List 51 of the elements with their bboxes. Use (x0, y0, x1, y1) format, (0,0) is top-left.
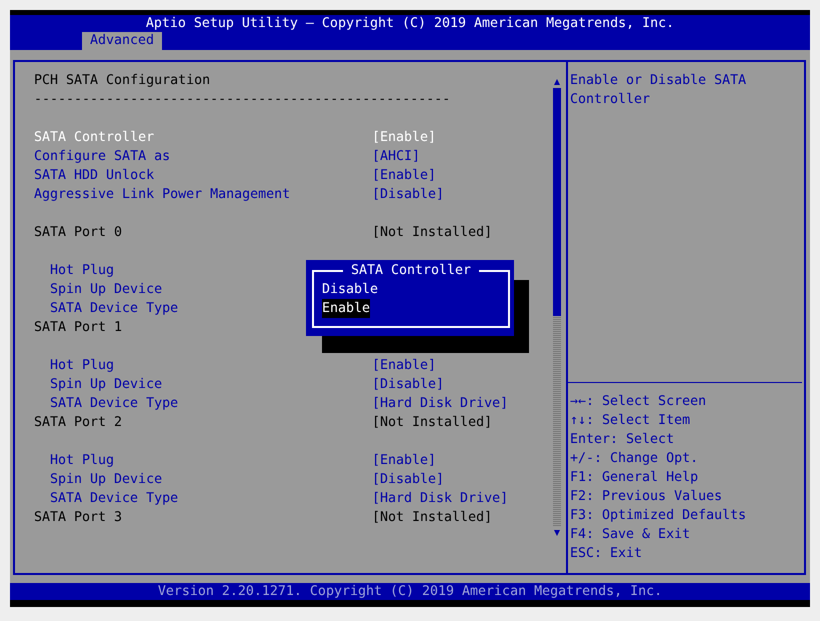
key-hint: ↑↓: Select Item (570, 413, 690, 428)
info-label: SATA Port 1 (34, 320, 122, 335)
separator-line: ---------------------------------------------------- (34, 91, 450, 109)
info-value: [Not Installed] (372, 509, 492, 527)
scroll-up-icon[interactable] (553, 78, 561, 86)
setting-label[interactable]: Configure SATA as (34, 149, 170, 164)
setting-label[interactable]: Aggressive Link Power Management (34, 187, 290, 202)
key-hint: F1: General Help (570, 470, 698, 485)
setting-label[interactable]: Spin Up Device (50, 472, 162, 487)
setting-label[interactable]: SATA Device Type (50, 301, 178, 316)
key-hint: →←: Select Screen (570, 394, 706, 409)
key-hint: F4: Save & Exit (570, 527, 690, 542)
setting-value[interactable]: [Hard Disk Drive] (372, 394, 508, 413)
setting-label[interactable]: Hot Plug (50, 453, 114, 468)
info-value: [Not Installed] (372, 224, 492, 242)
setting-value[interactable]: [Enable] (372, 128, 436, 147)
setting-value[interactable]: [Disable] (372, 470, 444, 489)
help-text: Enable or Disable SATA Controller (570, 72, 748, 109)
info-label: SATA Port 0 (34, 225, 122, 240)
key-hint: F3: Optimized Defaults (570, 508, 746, 523)
key-hint: Enter: Select (570, 432, 674, 447)
info-label: SATA Port 3 (34, 510, 122, 525)
key-hint: +/-: Change Opt. (570, 451, 698, 466)
status-bar: Version 2.20.1271. Copyright (C) 2019 American Megatrends, Inc. (10, 583, 810, 607)
setting-label[interactable]: Spin Up Device (50, 377, 162, 392)
setting-label[interactable]: SATA Device Type (50, 396, 178, 411)
setting-label[interactable]: SATA Device Type (50, 491, 178, 506)
setting-value[interactable]: [Enable] (372, 166, 436, 185)
setting-value[interactable]: [Disable] (372, 375, 444, 394)
setting-value[interactable]: [Enable] (372, 356, 436, 375)
scrollbar-track[interactable] (553, 88, 561, 527)
setting-value[interactable]: [Hard Disk Drive] (372, 489, 508, 508)
setting-value[interactable]: [Disable] (372, 185, 444, 204)
setting-label[interactable]: SATA Controller (34, 130, 154, 145)
popup-option[interactable]: Enable (322, 299, 370, 318)
setting-value[interactable]: [AHCI] (372, 147, 420, 166)
info-label: SATA Port 2 (34, 415, 122, 430)
setting-value[interactable]: [Enable] (372, 451, 436, 470)
key-hint: F2: Previous Values (570, 489, 722, 504)
scroll-down-icon[interactable] (553, 529, 561, 537)
page-heading: PCH SATA Configuration (34, 72, 212, 90)
setting-label[interactable]: Hot Plug (50, 263, 114, 278)
tab[interactable]: Advanced (82, 32, 162, 50)
popup-option[interactable]: Disable (322, 280, 378, 299)
scrollbar-thumb[interactable] (553, 88, 561, 316)
key-hint: ESC: Exit (570, 546, 642, 561)
window-title: Aptio Setup Utility – Copyright (C) 2019 American Megatrends, Inc. (144, 15, 676, 32)
setting-label[interactable]: Spin Up Device (50, 282, 162, 297)
info-value: [Not Installed] (372, 414, 492, 432)
setting-label[interactable]: SATA HDD Unlock (34, 168, 154, 183)
setting-label[interactable]: Hot Plug (50, 358, 114, 373)
